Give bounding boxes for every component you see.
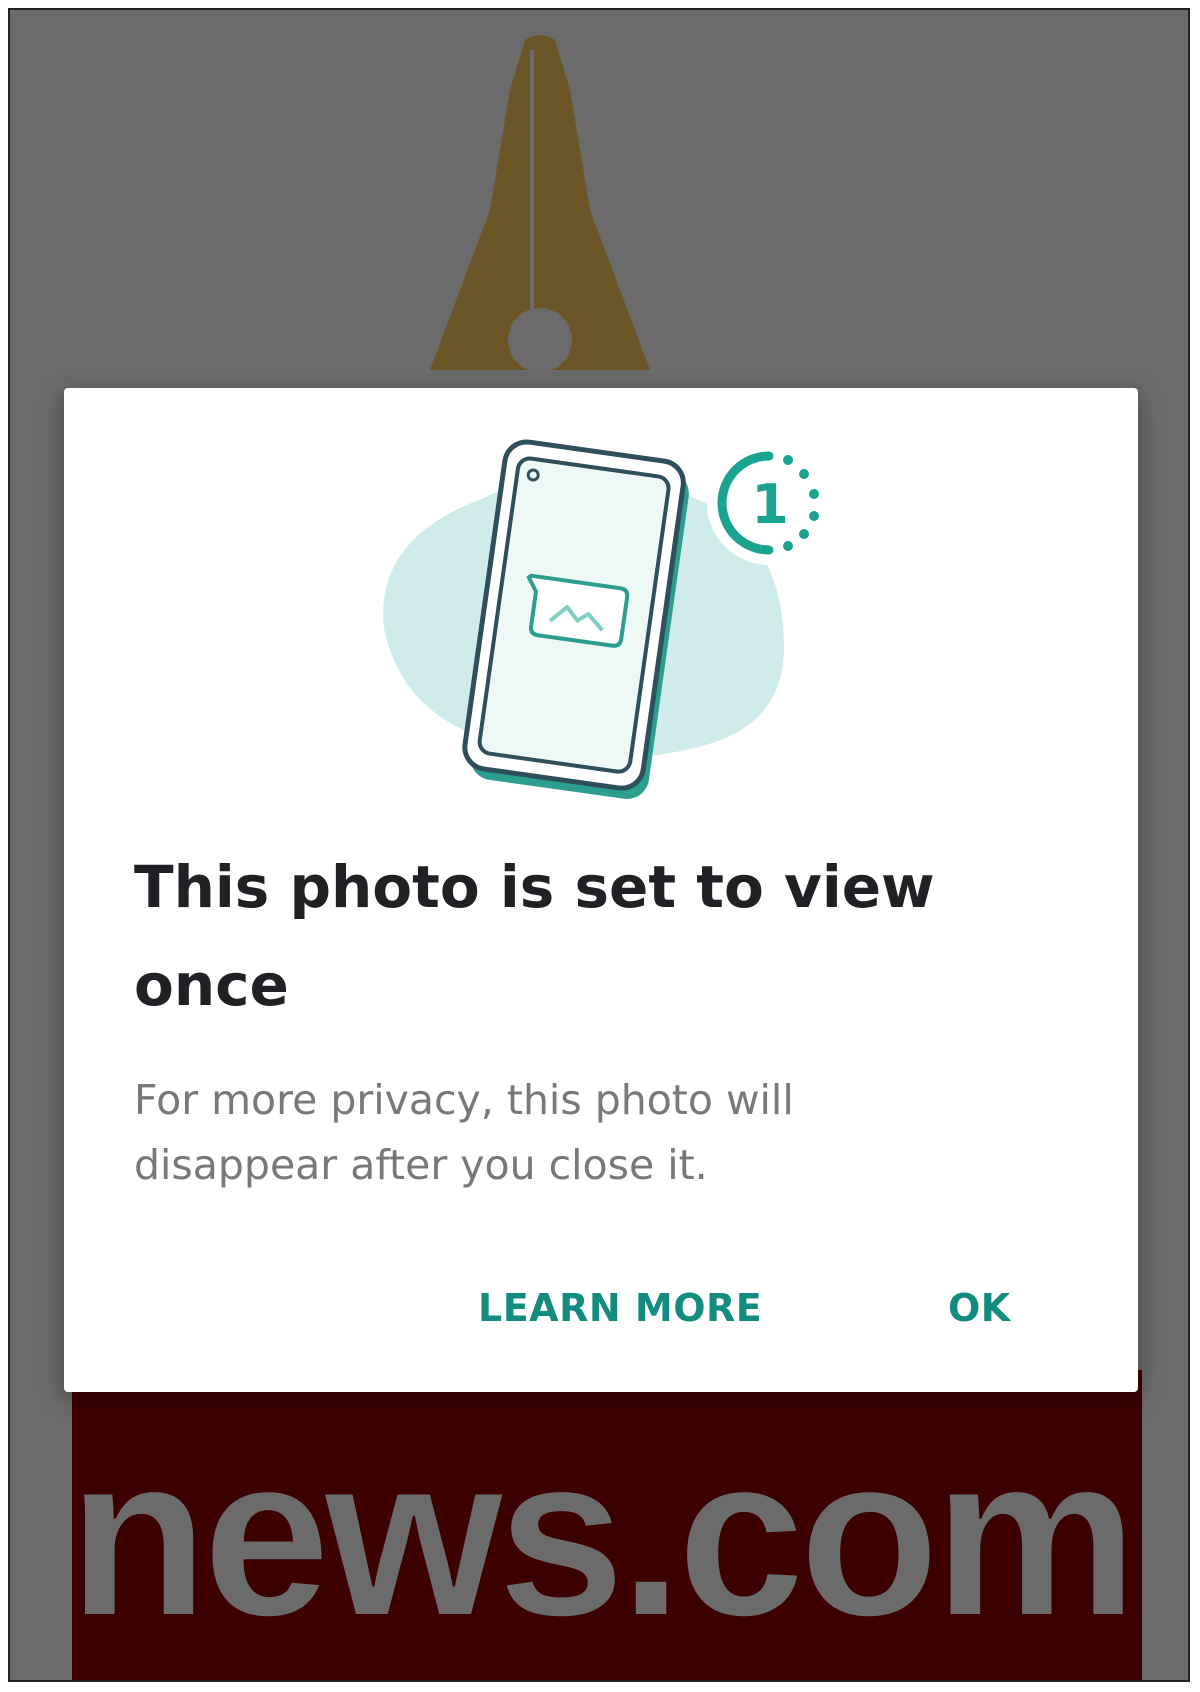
- view-once-badge-number: 1: [751, 473, 789, 536]
- view-once-photo-icon: 1: [383, 439, 831, 800]
- screen-frame: news.com 1 This photo is set to view onc…: [8, 8, 1190, 1682]
- learn-more-button[interactable]: LEARN MORE: [478, 1278, 762, 1338]
- dialog-body: For more privacy, this photo will disapp…: [134, 1076, 794, 1189]
- watermark-text: news.com: [68, 1407, 1132, 1664]
- view-once-dialog: 1 This photo is set to view once For mor…: [64, 388, 1138, 1392]
- dialog-title: This photo is set to view once: [134, 853, 935, 1019]
- ok-button[interactable]: OK: [948, 1278, 1011, 1338]
